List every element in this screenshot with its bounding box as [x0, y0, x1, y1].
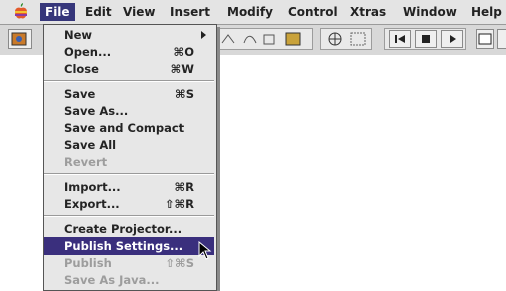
- playback-controls: [384, 28, 466, 50]
- menu-item-publish-settings[interactable]: Publish Settings...: [44, 237, 214, 255]
- stop-icon[interactable]: [415, 30, 437, 48]
- tool-group-2: [320, 28, 372, 50]
- menu-bar: File Edit View Insert Modify Control Xtr…: [0, 0, 506, 25]
- menu-item-label: Export...: [64, 197, 120, 211]
- menu-item-label: Save All: [64, 138, 117, 152]
- alignment-icon[interactable]: [321, 29, 371, 49]
- play-icon[interactable]: [441, 30, 463, 48]
- menu-item-shortcut: ⌘W: [170, 62, 194, 76]
- menu-item-save-as[interactable]: Save As...: [44, 102, 214, 120]
- menu-item-label: Save As...: [64, 104, 129, 118]
- menu-item-save-all[interactable]: Save All: [44, 136, 214, 154]
- menu-item-new[interactable]: New: [44, 26, 214, 44]
- file-menu-dropdown: New Open... ⌘O Close ⌘W Save ⌘S Save As.…: [43, 24, 217, 291]
- menu-item-shortcut: ⌘S: [175, 87, 194, 101]
- menu-separator: [44, 80, 214, 82]
- menu-edit[interactable]: Edit: [80, 3, 117, 21]
- menu-item-label: Publish Settings...: [64, 239, 184, 253]
- menu-item-label: Publish: [64, 256, 112, 270]
- menu-item-export[interactable]: Export... ⇧⌘R: [44, 195, 214, 213]
- menu-item-label: Save As Java...: [64, 273, 160, 287]
- tool-group-1: [215, 28, 313, 50]
- apple-icon[interactable]: [12, 3, 30, 21]
- menu-item-close[interactable]: Close ⌘W: [44, 60, 214, 78]
- drawing-tools-icon[interactable]: [216, 29, 312, 49]
- rewind-icon[interactable]: [389, 30, 411, 48]
- menu-item-label: Open...: [64, 45, 112, 59]
- menu-xtras[interactable]: Xtras: [345, 3, 391, 21]
- menu-item-shortcut: ⌘R: [174, 180, 194, 194]
- menu-item-label: Import...: [64, 180, 121, 194]
- menu-view[interactable]: View: [118, 3, 160, 21]
- overflow-icon[interactable]: [497, 29, 506, 49]
- menu-separator: [44, 173, 214, 175]
- menu-item-shortcut: ⇧⌘S: [165, 256, 194, 270]
- menu-insert[interactable]: Insert: [165, 3, 215, 21]
- menu-separator: [44, 215, 214, 217]
- menu-item-publish: Publish ⇧⌘S: [44, 254, 214, 272]
- menu-item-import[interactable]: Import... ⌘R: [44, 178, 214, 196]
- stage-icon[interactable]: [8, 29, 32, 49]
- menu-item-save-and-compact[interactable]: Save and Compact: [44, 119, 214, 137]
- mouse-pointer-icon: [198, 241, 212, 260]
- stage-icon: [11, 32, 27, 46]
- menu-control[interactable]: Control: [283, 3, 343, 21]
- menu-item-save[interactable]: Save ⌘S: [44, 85, 214, 103]
- menu-item-shortcut: ⌘O: [173, 45, 194, 59]
- window-icon[interactable]: [476, 29, 494, 49]
- menu-item-label: Save: [64, 87, 96, 101]
- menu-item-save-as-java: Save As Java...: [44, 271, 214, 289]
- menu-item-label: Save and Compact: [64, 121, 185, 135]
- menu-item-label: Close: [64, 62, 99, 76]
- menu-item-label: Create Projector...: [64, 222, 183, 236]
- menu-item-revert: Revert: [44, 153, 214, 171]
- menu-item-label: Revert: [64, 155, 108, 169]
- submenu-arrow-icon: [201, 31, 206, 39]
- menu-modify[interactable]: Modify: [222, 3, 278, 21]
- menu-help[interactable]: Help: [466, 3, 506, 21]
- menu-item-open[interactable]: Open... ⌘O: [44, 43, 214, 61]
- menu-window[interactable]: Window: [398, 3, 462, 21]
- menu-file[interactable]: File: [40, 3, 75, 21]
- menu-item-shortcut: ⇧⌘R: [164, 197, 194, 211]
- menu-item-create-projector[interactable]: Create Projector...: [44, 220, 214, 238]
- menu-item-label: New: [64, 28, 93, 42]
